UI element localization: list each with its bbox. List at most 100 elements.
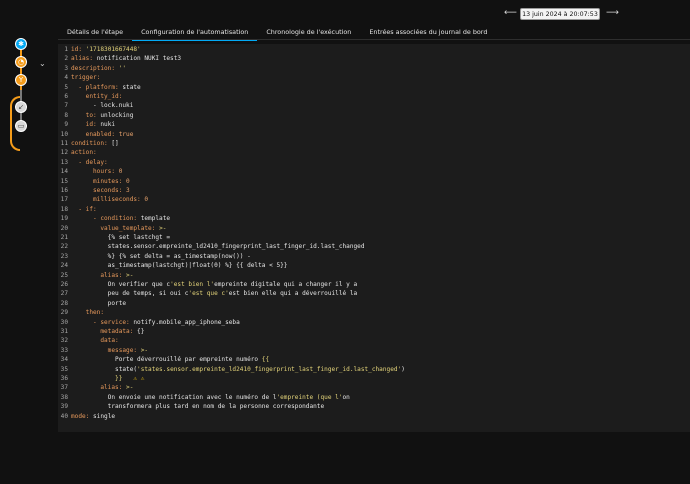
skipped-icon[interactable]: ↙ bbox=[15, 101, 27, 113]
code-line[interactable]: action: bbox=[71, 148, 97, 157]
code-line[interactable]: peu de temps, si oui c'est que c'est bie… bbox=[71, 289, 358, 298]
trigger-icon[interactable]: ✱ bbox=[15, 38, 27, 50]
line-number: 4 bbox=[64, 74, 68, 82]
code-token: on bbox=[342, 393, 350, 401]
chevron-down-icon[interactable]: ⌄ bbox=[39, 59, 46, 68]
code-token: {{ bbox=[261, 356, 270, 364]
code-token: mode: bbox=[71, 412, 94, 420]
line-number: 36 bbox=[60, 375, 68, 382]
code-token: state( bbox=[71, 365, 138, 373]
line-number: 9 bbox=[64, 121, 68, 129]
date-select[interactable]: 13 juin 2024 à 20:07:53 bbox=[520, 8, 600, 20]
line-number: 24 bbox=[60, 262, 68, 270]
tab-step-details[interactable]: Détails de l'étape bbox=[58, 26, 132, 39]
code-line[interactable]: - condition: template bbox=[71, 214, 170, 223]
code-line[interactable]: - if: bbox=[71, 205, 96, 214]
code-line[interactable]: On envoie une notification avec le numér… bbox=[71, 393, 350, 402]
code-token: On envoie une notification avec le numér… bbox=[71, 393, 277, 401]
line-number: 10 bbox=[60, 130, 68, 138]
code-line[interactable]: condition: [] bbox=[71, 139, 119, 148]
code-token: states.sensor.empreinte_ld2410_fingerpri… bbox=[71, 243, 365, 251]
line-number: 25 bbox=[60, 271, 68, 279]
line-number: 14 bbox=[60, 168, 68, 176]
condition-icon[interactable]: Y bbox=[15, 74, 27, 86]
line-number: 20 bbox=[60, 224, 68, 232]
code-line[interactable]: alias: >- bbox=[71, 271, 133, 280]
code-line[interactable]: description: '' bbox=[71, 64, 126, 73]
line-number: 15 bbox=[60, 177, 68, 185]
code-token: - delay: bbox=[71, 158, 108, 166]
code-line[interactable]: id: '1718301667448' bbox=[71, 45, 141, 54]
code-line[interactable]: porte bbox=[71, 299, 126, 308]
code-token: condition: bbox=[71, 140, 112, 147]
code-token: 0 bbox=[144, 196, 149, 204]
code-token: 'empreinte (que l' bbox=[276, 393, 343, 401]
code-line[interactable]: On verifier que c'est bien l'empreinte d… bbox=[71, 280, 358, 289]
code-line[interactable]: state('states.sensor.empreinte_ld2410_fi… bbox=[71, 365, 405, 374]
message-icon[interactable]: ▭ bbox=[15, 120, 27, 132]
yaml-editor[interactable]: 1 2 3 4 5 6 7 8 9 10 11 12 13 14 15 16 17 18 19 20 21 22 23 24 2… bbox=[58, 44, 690, 432]
code-line[interactable]: Porte déverrouillé par empreinte numéro … bbox=[71, 355, 269, 364]
code-line[interactable]: transformera plus tard en nom de la pers… bbox=[71, 402, 324, 411]
code-line[interactable]: - platform: state bbox=[71, 83, 140, 92]
line-number: 26 bbox=[60, 281, 68, 288]
code-token: - platform: bbox=[71, 83, 123, 91]
code-token: [] bbox=[111, 140, 119, 147]
code-line[interactable]: minutes: 0 bbox=[71, 177, 130, 186]
code-line[interactable]: value_template: >- bbox=[71, 224, 166, 233]
code-line[interactable]: enabled: true bbox=[71, 130, 134, 139]
tab-logbook-entries[interactable]: Entrées associées du journal de bord bbox=[360, 26, 496, 39]
arrow-right-icon[interactable]: ⟶ bbox=[606, 8, 619, 18]
code-token: 0 bbox=[126, 177, 130, 185]
code-token: hours: bbox=[71, 168, 119, 176]
line-number: 22 bbox=[60, 243, 68, 251]
code-line[interactable]: data: bbox=[71, 336, 118, 345]
code-line[interactable]: %} {% set delta = as_timestamp(now()) - bbox=[71, 252, 251, 261]
line-number: 32 bbox=[60, 337, 68, 345]
code-line[interactable]: - lock.nuki bbox=[71, 101, 133, 110]
code-line[interactable]: id: nuki bbox=[71, 120, 115, 129]
code-line[interactable]: hours: 0 bbox=[71, 167, 122, 176]
code-line[interactable]: entity_id: bbox=[71, 92, 123, 101]
code-line[interactable]: alias: notification NUKI test3 bbox=[71, 54, 181, 63]
code-line[interactable]: then: bbox=[71, 308, 104, 317]
code-line[interactable]: - service: notify.mobile_app_iphone_seba bbox=[71, 318, 240, 327]
line-number: 38 bbox=[60, 393, 68, 401]
code-token: '1718301667448' bbox=[85, 46, 141, 53]
code-line[interactable]: message: >- bbox=[71, 346, 148, 355]
code-token: 'est bien l' bbox=[170, 281, 215, 288]
code-line[interactable]: - delay: bbox=[71, 158, 108, 167]
tab-bar: Détails de l'étape Configuration de l'au… bbox=[58, 26, 496, 41]
line-number: 1 bbox=[64, 46, 68, 53]
delay-icon[interactable]: ◔ bbox=[15, 56, 27, 68]
code-line[interactable]: seconds: 3 bbox=[71, 186, 130, 195]
code-line[interactable]: metadata: {} bbox=[71, 327, 144, 336]
code-line[interactable]: alias: >- bbox=[71, 383, 133, 392]
code-token: transformera plus tard en nom de la pers… bbox=[71, 403, 325, 411]
code-line[interactable]: as_timestamp(lastchgt)|float(0) %} {{ de… bbox=[71, 261, 288, 270]
code-line[interactable]: trigger: bbox=[71, 73, 100, 82]
code-line[interactable]: milliseconds: 0 bbox=[71, 195, 148, 204]
code-token: peu de temps, si oui c bbox=[71, 290, 189, 298]
arrow-left-icon[interactable]: ⟵ bbox=[504, 8, 517, 18]
line-number: 2 bbox=[64, 55, 68, 63]
code-token: alias: bbox=[71, 384, 127, 392]
line-number: 6 bbox=[64, 93, 68, 100]
line-number: 7 bbox=[64, 102, 68, 110]
code-token: 0 bbox=[118, 168, 123, 176]
line-number: 18 bbox=[60, 205, 68, 213]
code-line[interactable]: mode: single bbox=[71, 412, 115, 421]
code-token: action: bbox=[71, 149, 97, 157]
code-line[interactable]: {% set lastchgt = bbox=[71, 233, 170, 242]
code-token: Porte déverrouillé par empreinte numéro bbox=[71, 356, 262, 364]
code-token: ) bbox=[401, 365, 405, 373]
code-token: trigger: bbox=[71, 74, 101, 82]
line-number: 21 bbox=[60, 234, 68, 241]
line-number: 17 bbox=[60, 196, 68, 204]
tab-execution-timeline[interactable]: Chronologie de l'exécution bbox=[257, 26, 360, 39]
code-line[interactable]: states.sensor.empreinte_ld2410_fingerpri… bbox=[71, 242, 365, 251]
line-number: 27 bbox=[60, 290, 68, 298]
code-token: >- bbox=[126, 271, 134, 279]
code-line[interactable]: to: unlocking bbox=[71, 111, 134, 120]
code-line[interactable]: }} ⚠ ⚠ bbox=[71, 374, 144, 383]
